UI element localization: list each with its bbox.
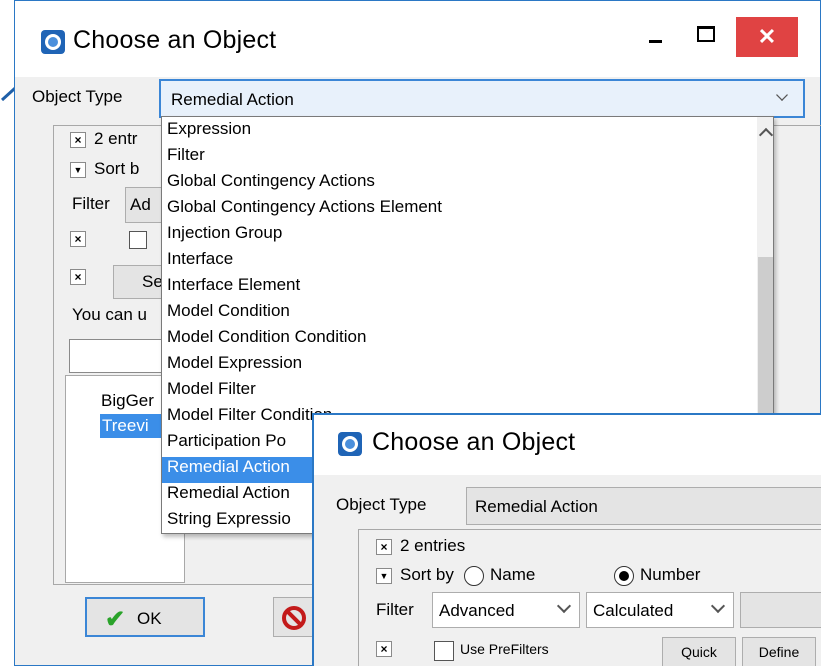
dropdown-item[interactable]: Interface Element — [167, 275, 300, 295]
sort-by-number-radio[interactable] — [614, 566, 634, 586]
inset-title-bar: Choose an Object — [314, 415, 821, 475]
close-icon[interactable]: ✕ — [736, 17, 798, 57]
dropdown-item[interactable]: Interface — [167, 249, 233, 269]
title-bar: Choose an Object ✕ — [15, 1, 820, 77]
filter-advanced-value: Advanced — [439, 601, 515, 620]
app-logo-icon — [41, 30, 65, 54]
maximize-icon[interactable] — [697, 26, 715, 42]
chevron-up-icon[interactable] — [758, 127, 773, 143]
ok-button[interactable]: ✔ OK — [85, 597, 205, 637]
app-logo-icon — [338, 432, 362, 456]
dropdown-item[interactable]: Remedial Action — [167, 483, 290, 503]
sort-by-name-radio[interactable] — [464, 566, 484, 586]
dropdown-item[interactable]: Global Contingency Actions — [167, 171, 375, 191]
filter-label: Filter — [72, 194, 110, 213]
dropdown-item[interactable]: Model Filter Condition — [167, 405, 332, 425]
quick-button[interactable]: Quick — [662, 637, 736, 666]
dropdown-item[interactable]: Participation Po — [167, 431, 286, 451]
collapse-entries-checkbox[interactable]: × — [70, 132, 86, 148]
dropdown-item[interactable]: Model Condition — [167, 301, 290, 321]
object-type-label: Object Type — [32, 87, 123, 106]
object-type-combo[interactable]: Remedial Action — [159, 79, 805, 118]
no-entry-icon — [282, 606, 306, 630]
minimize-icon[interactable] — [649, 31, 663, 45]
inset-prefilter-collapse-checkbox[interactable]: × — [376, 641, 392, 657]
inset-dialog-title: Choose an Object — [372, 428, 576, 456]
inset-use-prefilters-checkbox[interactable] — [434, 641, 454, 661]
sort-by-name-label: Name — [490, 565, 536, 584]
sort-by-number-label: Number — [640, 565, 701, 584]
list-item[interactable]: BigGer — [101, 391, 154, 411]
entries-count: 2 entr — [94, 129, 138, 148]
define-button[interactable]: Define — [742, 637, 816, 666]
use-prefilters-label: Use PreFilters — [460, 641, 549, 657]
dropdown-item[interactable]: Global Contingency Actions Element — [167, 197, 442, 217]
hint-text: You can u — [72, 305, 147, 324]
checkmark-icon: ✔ — [105, 606, 126, 633]
ok-label: OK — [137, 609, 162, 628]
sort-by-label: Sort b — [94, 159, 140, 178]
sort-toggle-icon[interactable]: ▼ — [70, 162, 86, 178]
inset-object-type-value: Remedial Action — [475, 497, 598, 516]
dropdown-item[interactable]: Injection Group — [167, 223, 282, 243]
dialog-title: Choose an Object — [73, 26, 277, 54]
select-collapse-checkbox[interactable]: × — [70, 269, 86, 285]
dropdown-item[interactable]: Expression — [167, 119, 251, 139]
dropdown-item[interactable]: Model Filter — [167, 379, 256, 399]
filter-calculated-value: Calculated — [593, 601, 674, 620]
inset-filter-label: Filter — [376, 600, 414, 619]
inset-object-type-label: Object Type — [336, 495, 427, 514]
dropdown-item[interactable]: Model Expression — [167, 353, 302, 373]
filter-extra-field[interactable] — [740, 592, 821, 628]
chevron-down-icon — [776, 89, 788, 101]
use-prefilters-checkbox[interactable] — [129, 231, 147, 249]
chevron-down-icon — [556, 598, 572, 614]
filter-advanced-select[interactable]: Ad — [125, 187, 165, 223]
object-type-value: Remedial Action — [171, 90, 294, 109]
inset-choose-object-dialog: Choose an Object Object Type Remedial Ac… — [312, 413, 821, 666]
dropdown-item[interactable]: Filter — [167, 145, 205, 165]
inset-entries-count: 2 entries — [400, 536, 466, 555]
inset-sort-by-label: Sort by — [400, 565, 454, 584]
filter-advanced-dropdown[interactable]: Advanced — [432, 592, 580, 628]
inset-collapse-entries-checkbox[interactable]: × — [376, 539, 392, 555]
screenshot-stage: Choose an Object ✕ Object Type Remedial … — [0, 0, 821, 666]
scrollbar-thumb[interactable] — [758, 257, 773, 423]
dropdown-item[interactable]: Model Condition Condition — [167, 327, 366, 347]
prefilter-collapse-checkbox[interactable]: × — [70, 231, 86, 247]
inset-object-type-combo[interactable]: Remedial Action — [466, 487, 821, 525]
dropdown-item[interactable]: String Expressio — [167, 509, 291, 529]
chevron-down-icon — [710, 598, 726, 614]
inset-sort-toggle-icon[interactable]: ▼ — [376, 568, 392, 584]
filter-calculated-dropdown[interactable]: Calculated — [586, 592, 734, 628]
